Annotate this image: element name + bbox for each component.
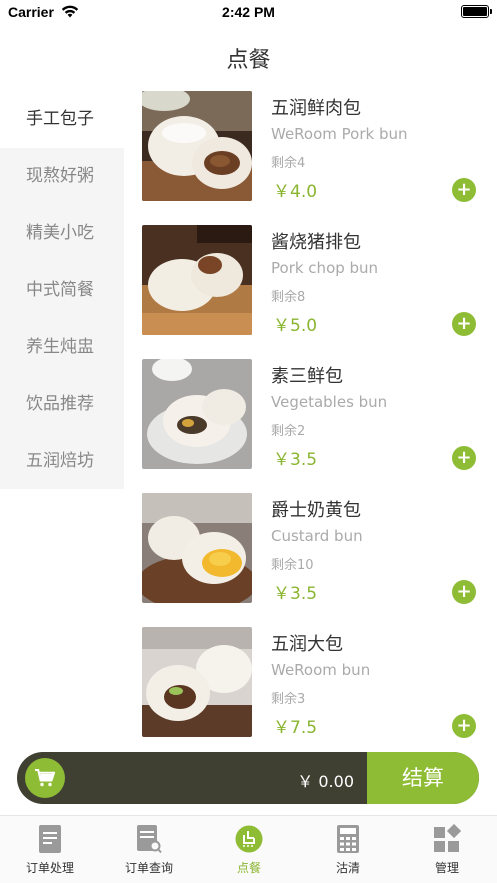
add-to-cart-button[interactable]: + <box>452 178 476 202</box>
checkout-button[interactable]: 结算 <box>367 752 479 804</box>
product-stock: 剩余4 <box>271 156 306 171</box>
tab-bar: 订单处理 订单查询 点餐 沽清 管理 <box>0 815 497 883</box>
product-english-name: Pork chop bun <box>271 259 379 277</box>
sidebar-item-porridge[interactable]: 现熬好粥 <box>0 148 124 205</box>
product-image[interactable] <box>142 91 252 201</box>
product-image[interactable] <box>142 493 252 603</box>
product-image[interactable] <box>142 627 252 737</box>
calculator-icon <box>337 825 359 853</box>
add-to-cart-button[interactable]: + <box>452 714 476 738</box>
status-bar: Carrier 2:42 PM <box>0 0 497 26</box>
product-price: ￥4.0 <box>273 182 318 202</box>
product-name: 素三鲜包 <box>271 366 343 387</box>
product-stock: 剩余10 <box>271 558 314 573</box>
category-sidebar: 手工包子 现熬好粥 精美小吃 中式简餐 养生炖盅 饮品推荐 五润焙坊 <box>0 91 124 489</box>
product-price: ￥5.0 <box>273 316 318 336</box>
product-price: ￥3.5 <box>273 450 318 470</box>
product-name: 爵士奶黄包 <box>271 500 361 521</box>
add-to-cart-button[interactable]: + <box>452 580 476 604</box>
product-price: ￥3.5 <box>273 584 318 604</box>
sidebar-item-handmade-buns[interactable]: 手工包子 <box>0 91 124 148</box>
page-title: 点餐 <box>226 48 271 73</box>
tab-order-search[interactable]: 订单查询 <box>109 824 189 876</box>
sidebar-item-snacks[interactable]: 精美小吃 <box>0 205 124 262</box>
tab-manage[interactable]: 管理 <box>407 824 487 876</box>
list-item[interactable]: 五润大包 WeRoom bun 剩余3 ￥7.5 + <box>124 622 497 750</box>
product-price: ￥7.5 <box>273 718 318 738</box>
product-stock: 剩余3 <box>271 692 306 707</box>
cart-bar: ￥ 0.00 结算 <box>17 752 479 804</box>
tab-sold-out[interactable]: 沽清 <box>308 824 388 876</box>
sidebar-item-chinese-meals[interactable]: 中式简餐 <box>0 262 124 319</box>
cart-button[interactable] <box>25 758 65 798</box>
tab-label: 订单查询 <box>124 861 173 875</box>
product-english-name: Vegetables bun <box>271 393 388 411</box>
product-image[interactable] <box>142 359 252 469</box>
list-item[interactable]: 五润鲜肉包 WeRoom Pork bun 剩余4 ￥4.0 + <box>124 86 497 220</box>
product-stock: 剩余8 <box>271 290 306 305</box>
tab-label: 点餐 <box>236 861 261 875</box>
product-english-name: WeRoom Pork bun <box>271 125 408 143</box>
order-food-icon <box>235 825 263 853</box>
list-item[interactable]: 素三鲜包 Vegetables bun 剩余2 ￥3.5 + <box>124 354 497 488</box>
manage-icon <box>434 824 461 852</box>
order-search-icon <box>137 825 162 854</box>
battery-icon <box>461 5 492 18</box>
product-english-name: WeRoom bun <box>271 661 371 679</box>
tab-label: 沽清 <box>335 861 360 875</box>
cart-icon <box>35 769 55 787</box>
add-to-cart-button[interactable]: + <box>452 446 476 470</box>
status-time: 2:42 PM <box>222 4 275 20</box>
sidebar-item-bakery[interactable]: 五润焙坊 <box>0 433 124 490</box>
tab-label: 管理 <box>434 861 459 875</box>
tab-label: 订单处理 <box>25 861 74 875</box>
product-english-name: Custard bun <box>271 527 363 545</box>
tab-order-food[interactable]: 点餐 <box>209 824 289 876</box>
list-item[interactable]: 爵士奶黄包 Custard bun 剩余10 ￥3.5 + <box>124 488 497 622</box>
product-name: 酱烧猪排包 <box>271 232 361 253</box>
product-list[interactable]: 五润鲜肉包 WeRoom Pork bun 剩余4 ￥4.0 + 酱烧猪排包 P… <box>124 86 497 750</box>
cart-total: ￥ 0.00 <box>297 772 354 791</box>
add-to-cart-button[interactable]: + <box>452 312 476 336</box>
sidebar-item-stews[interactable]: 养生炖盅 <box>0 319 124 376</box>
product-stock: 剩余2 <box>271 424 306 439</box>
tab-order-process[interactable]: 订单处理 <box>10 824 90 876</box>
product-name: 五润鲜肉包 <box>271 98 361 119</box>
list-item[interactable]: 酱烧猪排包 Pork chop bun 剩余8 ￥5.0 + <box>124 220 497 354</box>
sidebar-item-drinks[interactable]: 饮品推荐 <box>0 376 124 433</box>
order-process-icon <box>39 825 61 853</box>
product-image[interactable] <box>142 225 252 335</box>
product-name: 五润大包 <box>271 634 343 655</box>
